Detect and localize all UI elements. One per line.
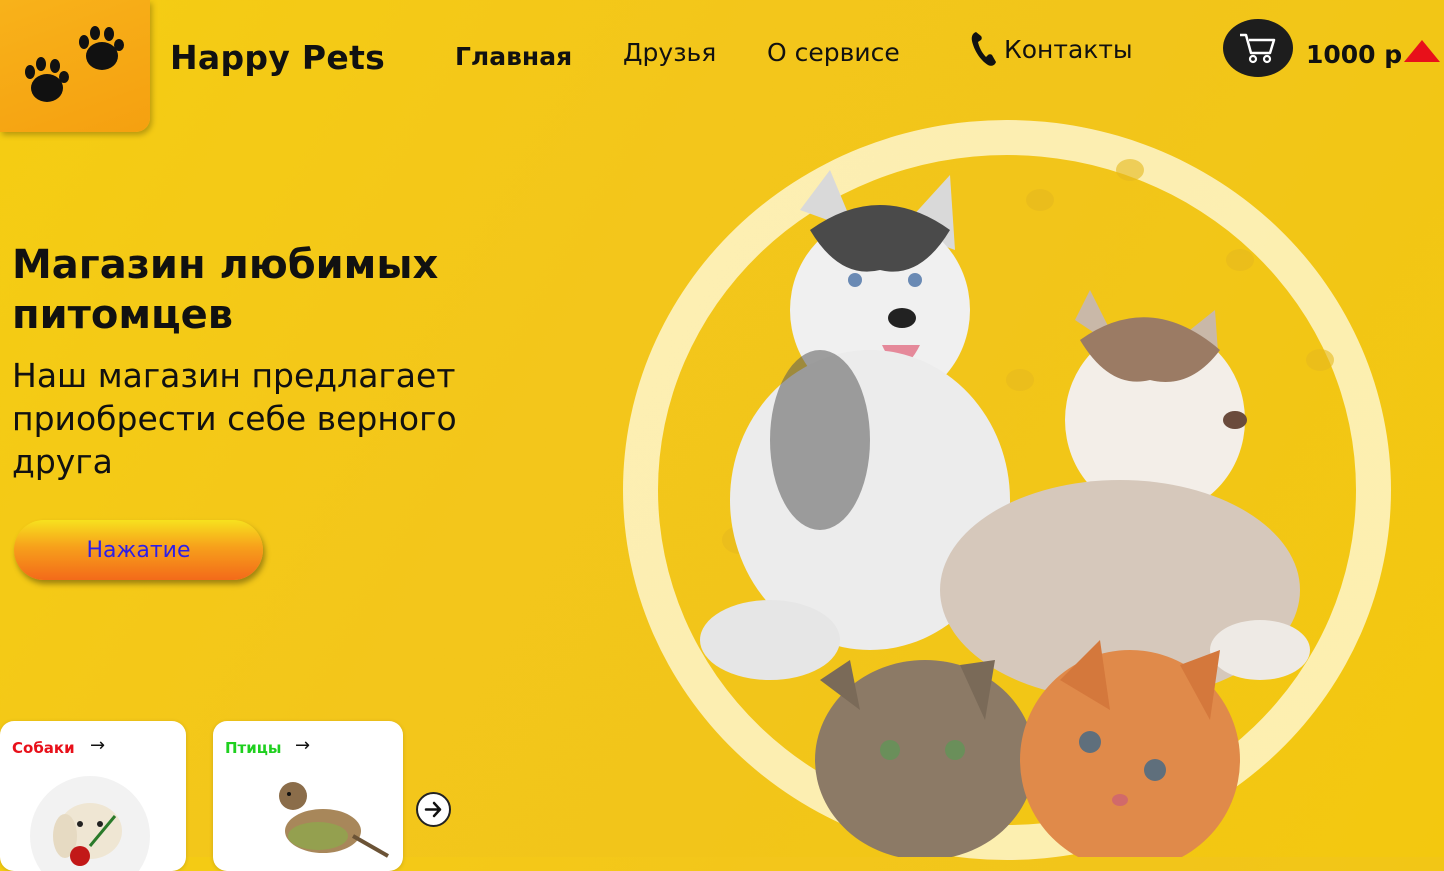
nav-contacts-label: Контакты [1004, 34, 1133, 64]
pets-illustration [700, 159, 1334, 857]
cart-button[interactable] [1223, 19, 1293, 77]
category-label: Птицы [225, 739, 282, 757]
category-card-dogs[interactable]: Собаки → [0, 721, 186, 871]
cart-price: 1000 р [1306, 40, 1403, 69]
logo[interactable] [0, 0, 150, 132]
phone-icon [971, 32, 996, 66]
nav-about[interactable]: О сервисе [767, 38, 900, 67]
nav-home[interactable]: Главная [455, 42, 572, 71]
category-label: Собаки [12, 739, 75, 757]
arrow-right-icon: → [295, 735, 311, 756]
cart-icon [1240, 33, 1276, 64]
hero-title: Магазин любимых питомцев [12, 242, 439, 338]
hero-subtitle: Наш магазин предлагает приобрести себе в… [12, 356, 457, 481]
nav-contacts[interactable]: Контакты [970, 30, 1133, 68]
cta-button[interactable]: Нажатие [14, 520, 263, 580]
brand-name[interactable]: Happy Pets [170, 38, 385, 77]
nav-friends[interactable]: Друзья [623, 38, 716, 67]
arrow-right-icon: → [90, 735, 106, 756]
paw-prints-icon [25, 26, 124, 102]
scroll-up-icon[interactable] [1404, 40, 1440, 62]
arrow-right-icon [424, 801, 442, 818]
carousel-next-button[interactable] [416, 792, 451, 827]
category-card-birds[interactable]: Птицы → [213, 721, 403, 871]
